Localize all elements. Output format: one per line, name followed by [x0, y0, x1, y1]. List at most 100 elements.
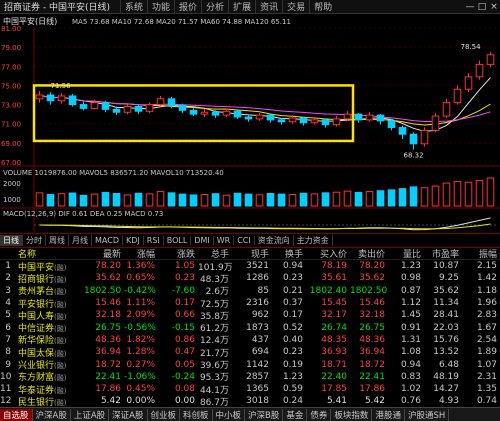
margin-tag: (融) — [54, 312, 67, 321]
table-row[interactable]: 12 民生银行(融) 5.42 0.00% 0.00 86.7万 3018 0.24 5.41 5… — [0, 395, 500, 408]
close-icon[interactable]: × — [488, 2, 500, 12]
col-header-volume-ratio[interactable]: 量比 — [388, 247, 424, 260]
table-row[interactable]: 2 招商银行(融) 35.62 0.65% 0.23 48.3万 1286 0.23 35.61… — [0, 272, 500, 285]
ind-tab-macd[interactable]: MACD — [92, 235, 123, 245]
col-header-change[interactable]: 涨跌 — [158, 247, 198, 260]
menu-item-analysis[interactable]: 分析 — [201, 0, 228, 13]
volume-bar — [101, 191, 110, 207]
ind-tab-main-capital[interactable]: 主力资金 — [294, 234, 333, 246]
col-header-turnover[interactable]: 换手 — [272, 247, 306, 260]
kline-chart-panel[interactable]: 中国平安(日线) MA5 73.68 MA10 72.68 MA20 71.57… — [0, 14, 500, 246]
market-tab[interactable]: 科创板 — [180, 408, 213, 421]
market-tab[interactable]: 上证A股 — [71, 408, 110, 421]
table-row[interactable]: 11 华泰证券(融) 17.86 0.45% 0.08 44.1万 1365 0.59 17.8… — [0, 383, 500, 396]
table-row[interactable]: 5 中国人寿(融) 32.18 2.09% 0.66 35.8万 962 0.17 32.17 3… — [0, 309, 500, 322]
table-row[interactable]: 6 中信证券(融) 26.75 -0.56% -0.15 61.2万 1873 0.52 26.… — [0, 321, 500, 335]
row-change-pct: 0.27% — [126, 359, 155, 370]
volume-bar — [387, 189, 396, 207]
ind-tab-weekly[interactable]: 周线 — [46, 234, 69, 246]
row-ask: 5.42 — [364, 396, 385, 407]
row-turnover: 0.19 — [282, 359, 303, 370]
col-header-ask[interactable]: 卖出价 — [350, 247, 388, 260]
row-pe: 9.25 — [438, 273, 459, 284]
market-tab[interactable]: 沪深A股 — [33, 408, 71, 421]
ind-tab-dmi[interactable]: DMI — [191, 235, 214, 245]
menu-item-extend[interactable]: 扩展 — [228, 0, 255, 13]
table-row[interactable]: 9 兴业银行(融) 18.72 0.27% 0.05 39.6万 1142 0.19 18.71… — [0, 358, 500, 372]
row-volume-ratio: 1.23 — [400, 261, 421, 272]
market-tab[interactable]: 中小板 — [213, 408, 246, 421]
maximize-icon[interactable]: □ — [476, 2, 488, 12]
price-tick-label: 75.00 — [1, 82, 21, 90]
candle-body — [431, 115, 440, 131]
row-amplitude: 2.83 — [476, 310, 497, 321]
market-tab[interactable]: 沪深B股 — [245, 408, 284, 421]
candle-body — [90, 102, 99, 109]
col-header-bid[interactable]: 买入价 — [306, 247, 350, 260]
table-row[interactable]: 3 贵州茅台(融) 1802.50 -0.42% -7.60 2.6万 85 0.21 1802… — [0, 285, 500, 298]
row-change: 0.23 — [174, 273, 195, 284]
row-price: 48.36 — [95, 334, 121, 345]
ind-tab-cci[interactable]: CCI — [234, 235, 255, 245]
row-turnover: 0.23 — [282, 273, 303, 284]
row-ask: 17.86 — [359, 384, 385, 395]
col-header-name[interactable]: 名称 — [14, 247, 84, 260]
market-tab[interactable]: 沪股通SH — [405, 408, 450, 421]
high-price-label: 78.54 — [461, 43, 482, 51]
row-price: 17.86 — [95, 384, 121, 395]
col-header-volume[interactable]: 总手 — [198, 247, 232, 260]
menu-item-system[interactable]: 系统 — [120, 0, 147, 13]
row-price: 18.72 — [95, 359, 121, 370]
ind-tab-intraday[interactable]: 分时 — [23, 234, 46, 246]
row-volume: 12.4万 — [199, 336, 229, 347]
row-volume: 21.7万 — [199, 348, 229, 359]
table-row[interactable]: 1 中国平安(融) 78.20 1.36% 1.05 101.9万 3521 0.94 78.1… — [0, 260, 500, 273]
market-tab[interactable]: 港股通 — [372, 408, 405, 421]
market-tab[interactable]: 深证A股 — [109, 408, 148, 421]
table-row[interactable]: 8 中国太保(融) 36.94 1.28% 0.47 21.7万 694 0.23 36.93 3… — [0, 346, 500, 359]
candle-body — [354, 113, 363, 121]
ind-tab-daily[interactable]: 日线 — [0, 234, 23, 246]
col-header-amplitude[interactable]: 振幅 — [462, 247, 500, 260]
row-index: 11 — [0, 384, 12, 395]
menu-item-quote[interactable]: 报价 — [174, 0, 201, 13]
row-turnover: 0.17 — [282, 310, 303, 321]
market-tab[interactable]: 创业板 — [148, 408, 181, 421]
market-tab[interactable]: 基金 — [283, 408, 308, 421]
col-header-change-pct[interactable]: 涨幅 — [124, 247, 158, 260]
table-row[interactable]: 4 平安银行(融) 15.46 1.11% 0.17 72.5万 2316 0.37 15.45… — [0, 297, 500, 310]
margin-tag: (融) — [54, 300, 67, 309]
menu-item-news[interactable]: 资讯 — [255, 0, 282, 13]
col-header-current-vol[interactable]: 现手 — [232, 247, 272, 260]
market-tab[interactable]: 债券 — [307, 408, 332, 421]
ind-tab-rsi[interactable]: RSI — [144, 235, 164, 245]
row-price: 32.18 — [95, 310, 121, 321]
ind-tab-monthly[interactable]: 月线 — [69, 234, 92, 246]
ind-tab-capital-flow[interactable]: 资金流向 — [255, 234, 294, 246]
menu-item-function[interactable]: 功能 — [147, 0, 174, 13]
ind-tab-kdj[interactable]: KDJ — [123, 235, 144, 245]
market-tab[interactable]: 板块指数 — [331, 408, 373, 421]
market-tab[interactable]: 自选股 — [0, 408, 33, 421]
table-row[interactable]: 10 东方财富(融) 22.41 -1.06% -0.24 95.3万 2857 1.23 22… — [0, 371, 500, 384]
volume-bar — [35, 192, 44, 207]
candle-body — [189, 109, 198, 115]
row-current-vol: 437 — [251, 334, 269, 345]
table-row[interactable]: 7 新华保险(融) 48.36 1.82% 0.86 12.4万 437 0.40 48.35 4… — [0, 334, 500, 347]
row-ask: 18.72 — [359, 359, 385, 370]
candle-body — [200, 111, 209, 115]
row-current-vol: 3521 — [246, 261, 269, 272]
row-name: 中国平安(融) — [14, 260, 84, 273]
price-tick-label: 69.00 — [1, 140, 21, 148]
col-header-price[interactable]: 最新 — [84, 247, 124, 260]
menu-item-help[interactable]: 帮助 — [309, 0, 336, 13]
ind-tab-wr[interactable]: WR — [214, 235, 235, 245]
ind-tab-boll[interactable]: BOLL — [164, 235, 192, 245]
row-pe: 10.87 — [433, 261, 459, 272]
row-volume: 39.6万 — [199, 361, 229, 372]
row-price: 1802.50 — [84, 285, 122, 296]
col-header-pe[interactable]: 市盈率 — [424, 247, 462, 260]
menu-item-trade[interactable]: 交易 — [282, 0, 309, 13]
minimize-icon[interactable]: — — [464, 2, 476, 12]
kline-chart[interactable]: 中国平安(日线) MA5 73.68 MA10 72.68 MA20 71.57… — [0, 14, 500, 233]
